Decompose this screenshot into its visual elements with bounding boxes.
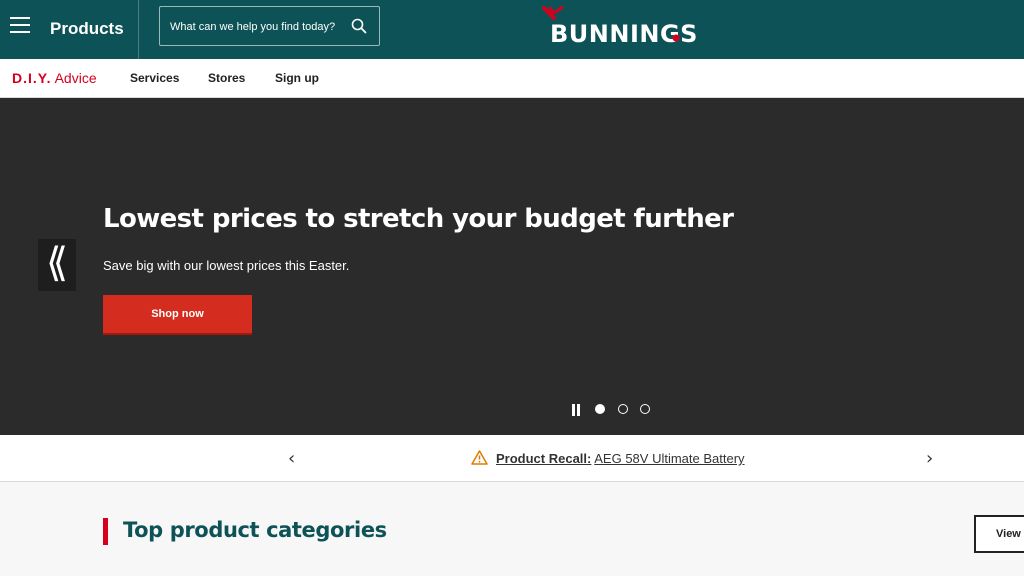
carousel-dot-2[interactable] bbox=[618, 404, 628, 414]
section-accent-bar bbox=[103, 518, 108, 545]
categories-title: Top product categories bbox=[123, 518, 387, 542]
pause-icon[interactable] bbox=[570, 404, 582, 416]
search-icon[interactable] bbox=[351, 18, 367, 34]
recall-item: AEG 58V Ultimate Battery bbox=[594, 451, 745, 466]
logo-dot-icon bbox=[672, 34, 680, 42]
recall-label: Product Recall: bbox=[496, 451, 592, 466]
shop-now-button[interactable]: Shop now bbox=[103, 295, 252, 335]
secondary-nav: D.I.Y. Advice Services Stores Sign up bbox=[0, 59, 1024, 98]
carousel-dot-1[interactable] bbox=[595, 404, 605, 414]
diy-advice-link[interactable]: D.I.Y. Advice bbox=[12, 70, 97, 86]
view-all-button[interactable]: View bbox=[974, 515, 1024, 553]
recall-link[interactable]: Product Recall: AEG 58V Ultimate Battery bbox=[471, 450, 745, 466]
warning-icon bbox=[471, 450, 488, 465]
nav-link-services[interactable]: Services bbox=[130, 71, 179, 85]
header-divider bbox=[138, 0, 139, 59]
top-header: Products BUNNINGS bbox=[0, 0, 1024, 59]
nav-link-stores[interactable]: Stores bbox=[208, 71, 245, 85]
nav-link-sign-up[interactable]: Sign up bbox=[275, 71, 319, 85]
bunnings-logo[interactable]: BUNNINGS bbox=[542, 6, 697, 50]
recall-banner: ‹ Product Recall: AEG 58V Ultimate Batte… bbox=[0, 435, 1024, 482]
search-input[interactable] bbox=[170, 16, 340, 38]
recall-next-icon[interactable]: › bbox=[926, 448, 933, 469]
search-box[interactable] bbox=[159, 6, 380, 46]
hero-subtitle: Save big with our lowest prices this Eas… bbox=[103, 258, 350, 273]
carousel-prev-button[interactable]: ⟪ bbox=[38, 239, 76, 291]
menu-icon[interactable] bbox=[10, 17, 32, 37]
carousel-dot-3[interactable] bbox=[640, 404, 650, 414]
hero-title: Lowest prices to stretch your budget fur… bbox=[103, 204, 734, 234]
hero-carousel: ⟪ Lowest prices to stretch your budget f… bbox=[0, 98, 1024, 435]
diy-label: D.I.Y. bbox=[12, 70, 52, 86]
products-menu-label[interactable]: Products bbox=[50, 19, 124, 39]
recall-prev-icon[interactable]: ‹ bbox=[288, 448, 295, 469]
advice-label: Advice bbox=[54, 70, 97, 86]
